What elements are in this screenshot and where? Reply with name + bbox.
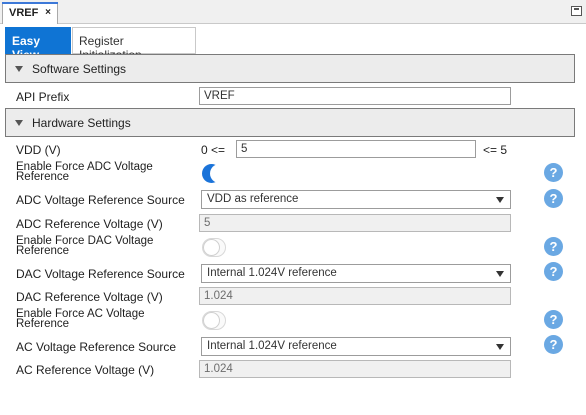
- hardware-settings-title: Hardware Settings: [32, 116, 131, 130]
- hardware-settings-header[interactable]: Hardware Settings: [5, 108, 575, 137]
- help-icon[interactable]: ?: [544, 189, 563, 208]
- software-settings-title: Software Settings: [32, 62, 127, 76]
- minimize-icon[interactable]: [571, 6, 582, 16]
- collapse-triangle-icon: [15, 66, 23, 72]
- help-icon[interactable]: ?: [544, 310, 563, 329]
- editor-tab-vref[interactable]: VREF ×: [2, 2, 58, 24]
- editor-tab-title: VREF: [9, 7, 39, 19]
- editor-tab-bar: VREF ×: [0, 0, 586, 24]
- dac-source-value: Internal 1.024V reference: [207, 267, 337, 279]
- collapse-triangle-icon: [15, 120, 23, 126]
- vdd-input[interactable]: 5: [236, 140, 476, 158]
- force-adc-toggle[interactable]: [202, 164, 229, 183]
- close-icon[interactable]: ×: [45, 7, 51, 18]
- dac-source-select[interactable]: Internal 1.024V reference: [201, 264, 511, 283]
- adc-source-select[interactable]: VDD as reference: [201, 190, 511, 209]
- force-adc-label: Enable Force ADC Voltage Reference: [16, 161, 153, 183]
- help-icon[interactable]: ?: [544, 335, 563, 354]
- dac-ref-label: DAC Reference Voltage (V): [16, 290, 163, 304]
- chevron-down-icon: [496, 271, 504, 277]
- toggle-track: [210, 164, 229, 183]
- dac-ref-field: 1.024: [199, 287, 511, 305]
- vdd-max-text: <= 5: [483, 143, 508, 157]
- tab-active-indicator: [2, 2, 58, 4]
- force-dac-toggle[interactable]: [202, 238, 226, 257]
- help-icon[interactable]: ?: [544, 163, 563, 182]
- help-icon[interactable]: ?: [544, 237, 563, 256]
- ac-ref-label: AC Reference Voltage (V): [16, 363, 155, 377]
- toggle-knob: [203, 239, 220, 256]
- vdd-min-text: 0 <=: [201, 143, 226, 157]
- adc-source-value: VDD as reference: [207, 193, 299, 205]
- chevron-down-icon: [496, 197, 504, 203]
- ac-source-value: Internal 1.024V reference: [207, 340, 337, 352]
- dac-source-label: DAC Voltage Reference Source: [16, 267, 185, 281]
- force-ac-toggle[interactable]: [202, 311, 226, 330]
- ac-source-label: AC Voltage Reference Source: [16, 340, 177, 354]
- chevron-down-icon: [496, 344, 504, 350]
- tab-easy-view[interactable]: Easy View: [5, 27, 71, 62]
- force-ac-label: Enable Force AC Voltage Reference: [16, 308, 145, 330]
- force-dac-label: Enable Force DAC Voltage Reference: [16, 235, 154, 257]
- ac-ref-field: 1.024: [199, 360, 511, 378]
- ac-source-select[interactable]: Internal 1.024V reference: [201, 337, 511, 356]
- software-settings-header[interactable]: Software Settings: [5, 54, 575, 83]
- adc-ref-field: 5: [199, 214, 511, 232]
- adc-source-label: ADC Voltage Reference Source: [16, 193, 185, 207]
- vdd-label: VDD (V): [16, 143, 61, 157]
- help-icon[interactable]: ?: [544, 262, 563, 281]
- api-prefix-input[interactable]: VREF: [199, 87, 511, 105]
- adc-ref-label: ADC Reference Voltage (V): [16, 217, 163, 231]
- tab-register-initialization[interactable]: Register Initialization: [72, 27, 196, 62]
- toggle-knob: [203, 312, 220, 329]
- api-prefix-label: API Prefix: [16, 90, 70, 104]
